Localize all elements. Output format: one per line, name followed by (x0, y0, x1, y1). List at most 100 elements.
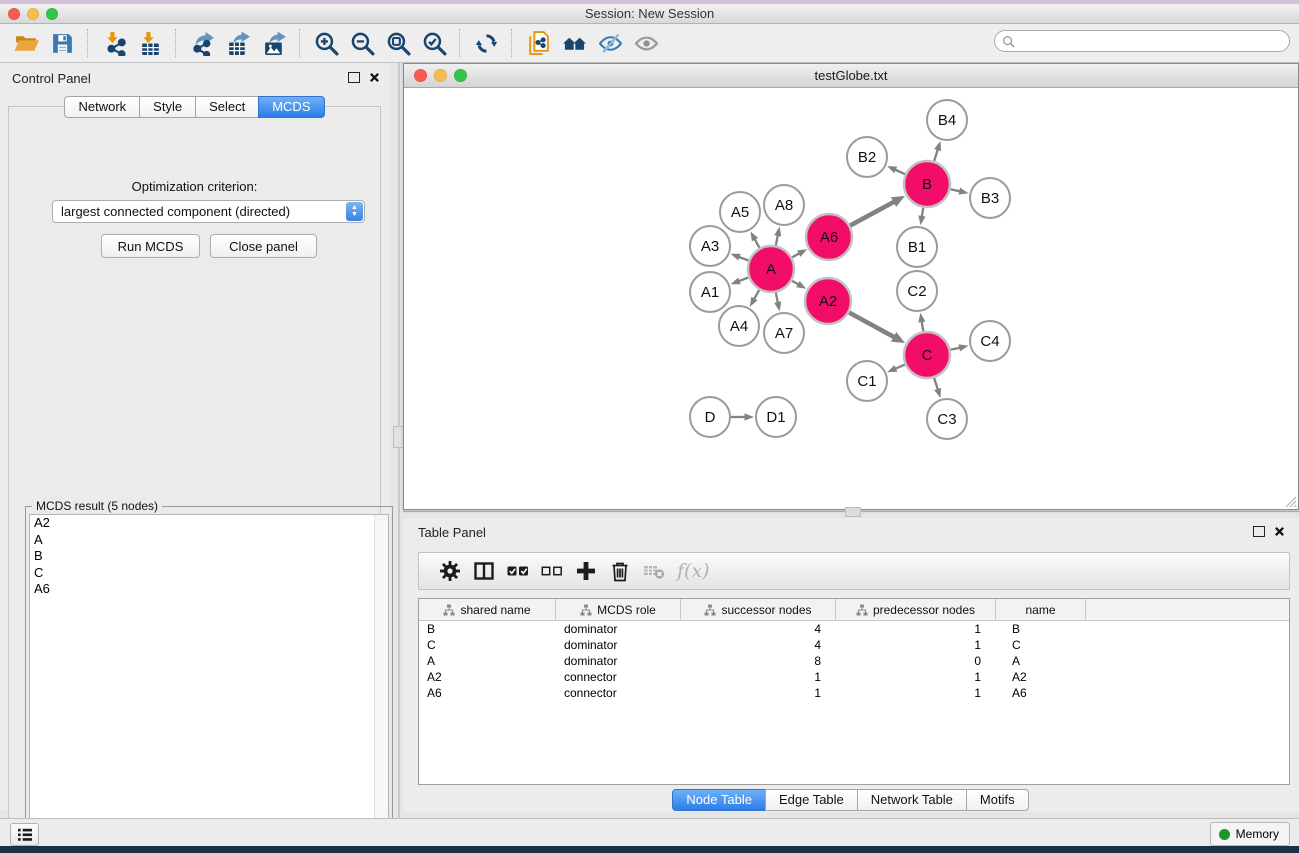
edge-A-A5[interactable] (755, 239, 760, 248)
table-row[interactable]: Adominator80A (419, 653, 1289, 669)
resize-grip-icon[interactable] (1283, 494, 1297, 508)
attribute-tree-icon (580, 604, 592, 616)
table-row[interactable]: Bdominator41B (419, 621, 1289, 637)
zoom-out-button[interactable] (344, 27, 380, 59)
table-cell: dominator (556, 654, 681, 668)
scrollbar[interactable] (374, 515, 388, 837)
import-table-button[interactable] (132, 27, 168, 59)
close-panel-icon[interactable] (369, 72, 380, 83)
float-table-panel-icon[interactable] (1253, 526, 1265, 537)
graph-node-label: C4 (980, 333, 999, 350)
task-history-button[interactable] (10, 823, 39, 846)
tab-edge-table[interactable]: Edge Table (765, 789, 858, 811)
column-header-MCDS-role[interactable]: MCDS role (556, 599, 681, 620)
edge-A6-B[interactable] (850, 202, 894, 226)
function-builder-button[interactable]: f(x) (677, 560, 710, 582)
delete-table-button[interactable] (637, 556, 671, 586)
save-session-button[interactable] (44, 27, 80, 59)
edge-C-C2[interactable] (922, 321, 924, 331)
close-table-panel-icon[interactable] (1274, 526, 1285, 537)
edge-A-A3[interactable] (739, 257, 749, 261)
edge-C-C1[interactable] (895, 365, 905, 369)
edge-B-B2[interactable] (895, 170, 905, 175)
tab-node-table[interactable]: Node Table (672, 789, 766, 811)
tab-network-table[interactable]: Network Table (857, 789, 967, 811)
add-column-button[interactable] (569, 556, 603, 586)
minimize-window-button[interactable] (27, 8, 39, 20)
mcds-result-item[interactable]: B (30, 548, 388, 565)
clone-network-button[interactable] (520, 27, 556, 59)
edge-A-A4[interactable] (754, 290, 759, 299)
edge-A-A6[interactable] (792, 253, 800, 257)
edge-A-A2[interactable] (792, 281, 799, 285)
edge-C-C3[interactable] (934, 378, 938, 390)
show-all-button[interactable] (628, 27, 664, 59)
search-field[interactable] (994, 30, 1290, 52)
optimization-criterion-select[interactable]: largest connected component (directed) ▲… (52, 200, 365, 223)
select-all-button[interactable] (501, 556, 535, 586)
table-row[interactable]: A2connector11A2 (419, 669, 1289, 685)
zoom-in-button[interactable] (308, 27, 344, 59)
float-panel-icon[interactable] (348, 72, 360, 83)
network-window-title: testGlobe.txt (404, 64, 1298, 88)
network-view[interactable]: AA1A2A3A4A5A6A7A8BB1B2B3B4CC1C2C3C4DD1 (404, 88, 1298, 509)
mcds-result-item[interactable]: A2 (30, 515, 388, 532)
deselect-all-button[interactable] (535, 556, 569, 586)
maximize-window-button[interactable] (46, 8, 58, 20)
split-view-button[interactable] (467, 556, 501, 586)
export-network-button[interactable] (184, 27, 220, 59)
tab-motifs[interactable]: Motifs (966, 789, 1029, 811)
column-header-shared-name[interactable]: shared name (419, 599, 556, 620)
edge-A-A7[interactable] (776, 293, 778, 304)
mcds-result-list[interactable]: A2ABCA6 (29, 514, 389, 838)
edge-B-B4[interactable] (934, 149, 938, 161)
mcds-result-title: MCDS result (5 nodes) (32, 499, 162, 513)
maximize-network-button[interactable] (454, 69, 467, 82)
graph-node-label: A1 (701, 284, 719, 301)
zoom-selected-button[interactable] (416, 27, 452, 59)
network-window-titlebar[interactable]: testGlobe.txt (404, 64, 1298, 88)
close-network-button[interactable] (414, 69, 427, 82)
open-session-button[interactable] (8, 27, 44, 59)
minimize-network-button[interactable] (434, 69, 447, 82)
table-settings-button[interactable] (433, 556, 467, 586)
edge-B-B3[interactable] (950, 189, 960, 191)
arrowhead-icon (774, 301, 781, 311)
graph-node-label: B4 (938, 112, 956, 129)
mcds-result-item[interactable]: A6 (30, 581, 388, 598)
tab-style[interactable]: Style (139, 96, 196, 118)
column-header-successor-nodes[interactable]: successor nodes (681, 599, 836, 620)
edge-A-A8[interactable] (776, 235, 778, 246)
close-window-button[interactable] (8, 8, 20, 20)
mcds-result-item[interactable]: A (30, 532, 388, 549)
home-button[interactable] (556, 27, 592, 59)
run-mcds-button[interactable]: Run MCDS (101, 234, 200, 258)
edge-B-B1[interactable] (922, 208, 923, 217)
tab-network[interactable]: Network (64, 96, 140, 118)
search-input[interactable] (1015, 33, 1269, 49)
export-table-button[interactable] (220, 27, 256, 59)
desktop-strip (0, 846, 1299, 853)
delete-column-button[interactable] (603, 556, 637, 586)
edge-A-A1[interactable] (739, 277, 749, 281)
tab-mcds[interactable]: MCDS (258, 96, 324, 118)
edge-A2-C[interactable] (849, 312, 894, 337)
hide-selected-button[interactable] (592, 27, 628, 59)
import-network-button[interactable] (96, 27, 132, 59)
control-panel: Control Panel NetworkStyleSelectMCDS Opt… (0, 63, 390, 810)
column-header-name[interactable]: name (996, 599, 1086, 620)
apply-layout-button[interactable] (468, 27, 504, 59)
zoom-fit-button[interactable] (380, 27, 416, 59)
memory-button[interactable]: Memory (1210, 822, 1290, 846)
table-row[interactable]: A6connector11A6 (419, 685, 1289, 701)
edge-C-C4[interactable] (950, 348, 960, 350)
column-header-predecessor-nodes[interactable]: predecessor nodes (836, 599, 996, 620)
tab-select[interactable]: Select (195, 96, 259, 118)
close-panel-button[interactable]: Close panel (210, 234, 317, 258)
export-image-button[interactable] (256, 27, 292, 59)
control-panel-title: Control Panel (12, 71, 91, 86)
horizontal-splitter-grip[interactable] (845, 507, 861, 517)
node-table[interactable]: shared nameMCDS rolesuccessor nodesprede… (418, 598, 1290, 785)
table-row[interactable]: Cdominator41C (419, 637, 1289, 653)
mcds-result-item[interactable]: C (30, 565, 388, 582)
